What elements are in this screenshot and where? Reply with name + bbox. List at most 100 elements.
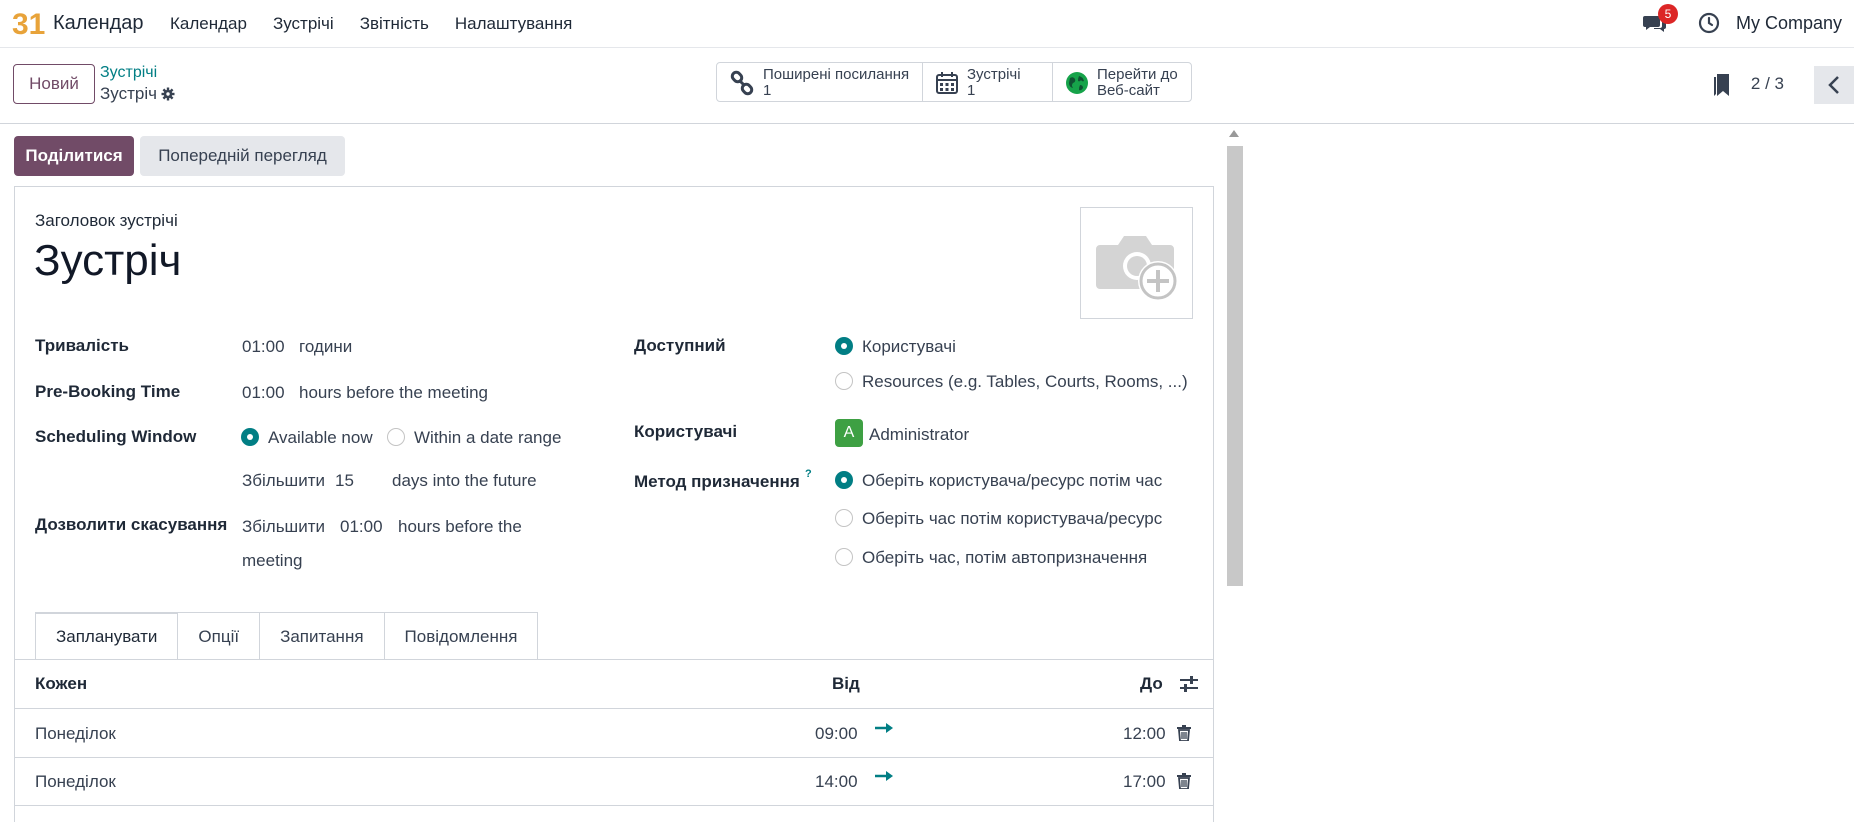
cancel-increase-word: Збільшити	[242, 517, 325, 536]
cancel-unit-continued: meeting	[242, 551, 303, 570]
breadcrumb-current-label: Зустріч	[100, 84, 157, 103]
shared-links-label: Поширені посилання	[763, 66, 910, 83]
column-header-every[interactable]: Кожен	[35, 674, 87, 694]
image-upload[interactable]	[1080, 207, 1193, 319]
window-increase-word: Збільшити	[242, 471, 325, 490]
new-button[interactable]: Новий	[13, 64, 95, 104]
app-name[interactable]: Календар	[53, 12, 144, 35]
available-label: Доступний	[634, 336, 726, 355]
column-header-from[interactable]: Від	[832, 674, 860, 694]
arrow-right-icon	[875, 723, 893, 733]
date-range-label[interactable]: Within a date range	[414, 428, 561, 448]
users-label: Користувачі	[634, 422, 738, 441]
trash-icon[interactable]	[1177, 773, 1191, 789]
menu-item-calendar[interactable]: Календар	[170, 14, 247, 34]
row-day[interactable]: Понеділок	[35, 724, 116, 744]
tab-schedule[interactable]: Запланувати	[35, 612, 179, 660]
meetings-count: 1	[967, 82, 976, 99]
go-to-website-button[interactable]: Перейти до Веб-сайт	[1053, 63, 1191, 101]
company-switcher[interactable]: My Company	[1736, 13, 1842, 34]
meetings-button[interactable]: Зустрічі 1	[923, 63, 1053, 101]
bookmark-icon[interactable]	[1712, 72, 1732, 98]
form-sheet	[14, 186, 1214, 822]
navbar-systray: 5 My Company	[1642, 4, 1842, 36]
assign-time-then-user-radio[interactable]	[835, 509, 853, 527]
calendar-app-logo-icon[interactable]: 31	[12, 8, 46, 38]
header-divider	[14, 708, 1214, 709]
user-avatar: A	[835, 419, 863, 447]
top-navbar: 31 Календар Календар Зустрічі Звітність …	[0, 0, 1854, 48]
available-now-label[interactable]: Available now	[268, 428, 373, 448]
title-field-label: Заголовок зустрічі	[35, 211, 178, 230]
messaging-button[interactable]: 5	[1642, 4, 1678, 36]
pager-value[interactable]: 2 / 3	[1751, 74, 1784, 94]
assign-user-then-time-label[interactable]: Оберіть користувача/ресурс потім час	[862, 471, 1162, 491]
available-now-radio[interactable]	[241, 428, 259, 446]
clock-icon[interactable]	[1698, 12, 1720, 34]
shared-links-button[interactable]: Поширені посилання 1	[717, 63, 923, 101]
gear-icon[interactable]	[161, 87, 175, 101]
tab-questions[interactable]: Запитання	[259, 612, 385, 660]
row-day[interactable]: Понеділок	[35, 772, 116, 792]
allow-cancel-label: Дозволити скасування	[35, 515, 228, 534]
optional-columns-icon[interactable]	[1179, 675, 1199, 693]
prebooking-unit: hours before the meeting	[299, 383, 489, 402]
row-divider	[14, 805, 1214, 806]
assign-user-then-time-radio[interactable]	[835, 471, 853, 489]
preview-button[interactable]: Попередній перегляд	[140, 136, 345, 176]
trash-icon[interactable]	[1177, 725, 1191, 741]
go-to-label: Перейти до	[1097, 66, 1178, 83]
share-button[interactable]: Поділитися	[14, 136, 134, 176]
prebooking-input[interactable]: 01:00	[242, 383, 285, 403]
website-label: Веб-сайт	[1097, 82, 1160, 99]
resources-radio-label[interactable]: Resources (e.g. Tables, Courts, Rooms, .…	[862, 372, 1188, 392]
resources-radio[interactable]	[835, 372, 853, 390]
link-icon	[730, 70, 754, 96]
duration-input[interactable]: 01:00	[242, 337, 285, 357]
date-range-radio[interactable]	[387, 428, 405, 446]
cancel-time-input[interactable]: 01:00	[340, 517, 383, 537]
meetings-label: Зустрічі	[967, 66, 1021, 83]
row-divider	[14, 757, 1214, 758]
title-input[interactable]: Зустріч	[34, 236, 181, 286]
assign-time-then-auto-radio[interactable]	[835, 548, 853, 566]
cancel-unit: hours before the	[398, 517, 522, 536]
prebooking-label: Pre-Booking Time	[35, 382, 181, 401]
scroll-up-arrow[interactable]	[1229, 130, 1239, 137]
svg-text:31: 31	[12, 8, 45, 38]
breadcrumb-parent[interactable]: Зустрічі	[100, 64, 157, 82]
assign-time-then-user-label[interactable]: Оберіть час потім користувача/ресурс	[862, 509, 1162, 529]
scrollbar-thumb[interactable]	[1227, 146, 1243, 586]
pager-previous-button[interactable]	[1814, 66, 1854, 104]
control-panel: Новий Зустрічі Зустріч Поширені посиланн…	[0, 48, 1854, 124]
duration-label: Тривалість	[35, 336, 130, 355]
user-tag[interactable]: Administrator	[869, 425, 969, 445]
scheduling-window-label: Scheduling Window	[35, 427, 197, 446]
notebook-tabs: Запланувати Опції Запитання Повідомлення	[35, 612, 539, 660]
calendar-icon	[936, 72, 958, 94]
row-from[interactable]: 09:00	[815, 724, 858, 744]
menu-item-settings[interactable]: Налаштування	[455, 14, 573, 34]
window-days-input[interactable]: 15	[335, 471, 354, 491]
main-menu: Календар Зустрічі Звітність Налаштування	[170, 14, 598, 34]
globe-icon	[1066, 72, 1088, 94]
tab-options[interactable]: Опції	[177, 612, 261, 660]
duration-unit: години	[299, 337, 353, 356]
arrow-right-icon	[875, 771, 893, 781]
tab-messages[interactable]: Повідомлення	[383, 612, 539, 660]
menu-item-appointments[interactable]: Зустрічі	[273, 14, 334, 34]
chat-counter-badge: 5	[1657, 4, 1678, 24]
tabs-divider	[14, 659, 1214, 660]
column-header-to[interactable]: До	[1140, 674, 1163, 694]
chevron-left-icon	[1828, 76, 1839, 94]
row-from[interactable]: 14:00	[815, 772, 858, 792]
breadcrumb-current: Зустріч	[100, 84, 175, 104]
row-to[interactable]: 12:00	[1123, 724, 1166, 744]
help-tooltip-icon[interactable]: ?	[805, 468, 812, 480]
menu-item-reporting[interactable]: Звітність	[360, 14, 429, 34]
users-radio[interactable]	[835, 337, 853, 355]
row-to[interactable]: 17:00	[1123, 772, 1166, 792]
users-radio-label[interactable]: Користувачі	[862, 337, 956, 357]
assign-time-then-auto-label[interactable]: Оберіть час, потім автопризначення	[862, 548, 1147, 568]
shared-links-count: 1	[763, 82, 772, 99]
